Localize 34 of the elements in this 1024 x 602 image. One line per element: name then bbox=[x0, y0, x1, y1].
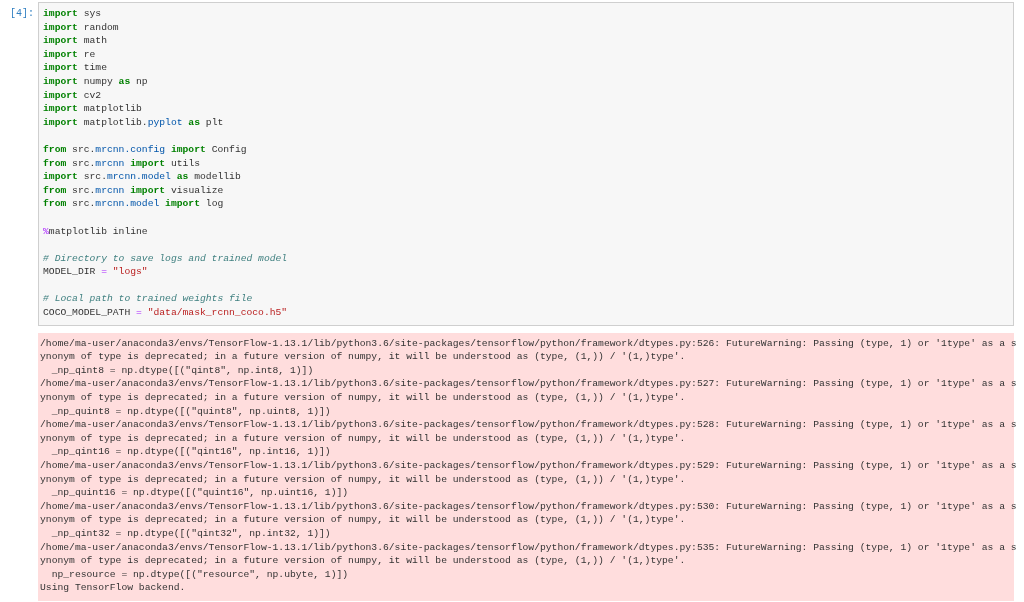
output-line: _np_quint16 = np.dtype([("quint16", np.uint16, 1)]) bbox=[50, 486, 350, 500]
code-line: import sys bbox=[43, 7, 103, 21]
code-line: %matplotlib inline bbox=[43, 224, 149, 239]
code-line: COCO_MODEL_PATH = "data/mask_rcnn_coco.h5" bbox=[43, 306, 289, 320]
code-line: # Local path to trained weights file bbox=[43, 292, 254, 307]
output-line: ynonym of type is deprecated; in a future version of numpy, it will be understood as (type, (1,)) / '(1,)type'. bbox=[40, 431, 687, 446]
output-line: _np_quint8 = np.dtype([("quint8", np.uint8, 1)]) bbox=[50, 404, 332, 419]
code-line: import matplotlib.pyplot as plt bbox=[43, 115, 225, 130]
code-line: from src.mrcnn.model import log bbox=[43, 197, 225, 211]
code-line: import matplotlib bbox=[43, 102, 143, 116]
code-line: from src.mrcnn import visualize bbox=[43, 183, 225, 198]
code-line: import numpy as np bbox=[43, 74, 149, 89]
output-line: Using TensorFlow backend. bbox=[40, 581, 187, 595]
code-line: import math bbox=[43, 34, 108, 48]
cell-prompt: [4]: bbox=[9, 7, 35, 21]
output-line: _np_qint8 = np.dtype([("qint8", np.int8, 1)]) bbox=[50, 363, 315, 378]
code-line: import re bbox=[43, 47, 97, 62]
output-line: _np_qint32 = np.dtype([("qint32", np.int32, 1)]) bbox=[50, 526, 332, 541]
code-line: import time bbox=[43, 61, 108, 75]
code-line: MODEL_DIR = "logs" bbox=[43, 265, 149, 279]
code-line: from src.mrcnn import utils bbox=[43, 156, 201, 171]
output-line: np_resource = np.dtype([("resource", np.ubyte, 1)]) bbox=[50, 567, 350, 582]
code-line: # Directory to save logs and trained model bbox=[43, 251, 289, 266]
code-line: import src.mrcnn.model as modellib bbox=[43, 170, 242, 184]
code-cell[interactable] bbox=[38, 2, 1014, 326]
output-line: ynonym of type is deprecated; in a future version of numpy, it will be understood as (type, (1,)) / '(1,)type'. bbox=[40, 350, 687, 364]
output-line: _np_qint16 = np.dtype([("qint16", np.int16, 1)]) bbox=[50, 445, 332, 459]
output-line: ynonym of type is deprecated; in a future version of numpy, it will be understood as (type, (1,)) / '(1,)type'. bbox=[40, 554, 687, 568]
code-line: from src.mrcnn.config import Config bbox=[43, 142, 248, 157]
code-line: import cv2 bbox=[43, 88, 103, 103]
code-line: import random bbox=[43, 20, 120, 35]
output-line: ynonym of type is deprecated; in a future version of numpy, it will be understood as (type, (1,)) / '(1,)type'. bbox=[40, 472, 687, 487]
output-line: ynonym of type is deprecated; in a future version of numpy, it will be understood as (type, (1,)) / '(1,)type'. bbox=[40, 391, 687, 405]
output-line: ynonym of type is deprecated; in a future version of numpy, it will be understood as (type, (1,)) / '(1,)type'. bbox=[40, 513, 687, 527]
